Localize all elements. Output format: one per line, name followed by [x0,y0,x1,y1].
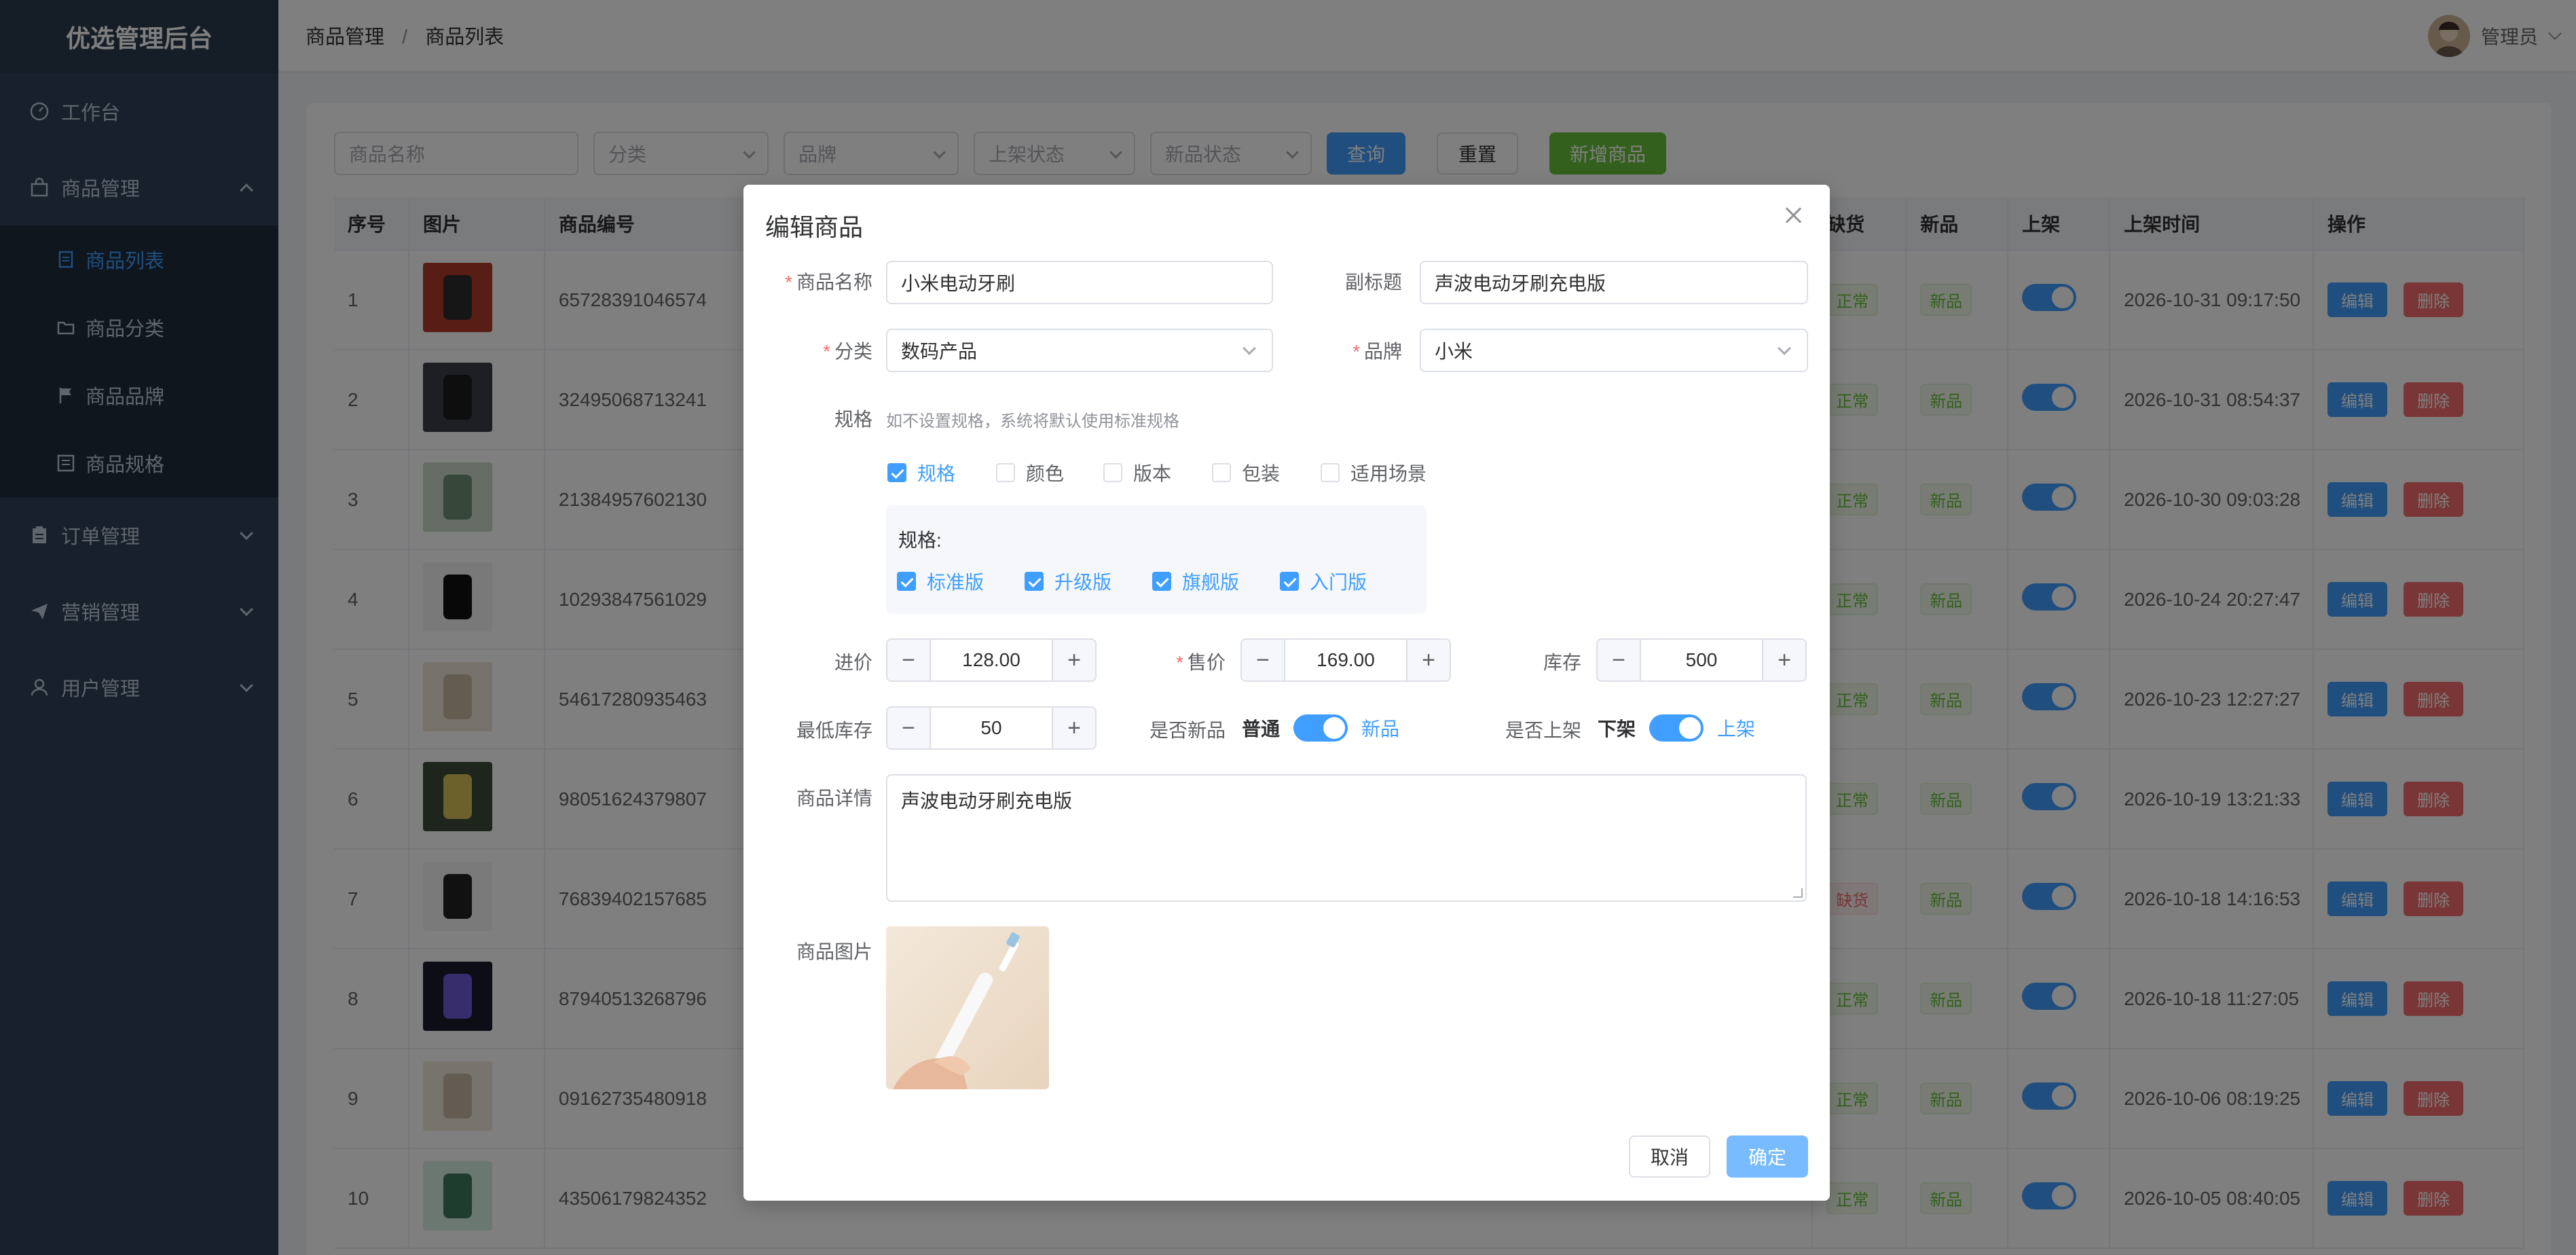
price-label: * 售价 [1176,652,1226,673]
decrement-button[interactable]: − [887,640,931,680]
switch-off-label: 普通 [1242,719,1281,740]
goods-image[interactable] [886,926,1049,1089]
checkbox-checked-icon [1025,572,1044,591]
stock-stepper: − 500 + [1596,638,1807,682]
chevron-down-icon [1778,342,1791,355]
price-stepper: − 169.00 + [1240,638,1451,682]
price-value[interactable]: 169.00 [1285,640,1406,680]
decrement-button[interactable]: − [1598,640,1641,680]
increment-button[interactable]: + [1052,708,1095,748]
switch-on-label: 上架 [1717,719,1756,740]
checkbox-icon [1212,463,1231,482]
switch-track[interactable] [1293,714,1348,742]
cancel-button[interactable]: 取消 [1629,1135,1710,1178]
version-type-checkbox[interactable]: 版本 [1103,459,1171,486]
min-stock-label: 最低库存 [796,720,872,741]
chevron-down-icon [1243,342,1256,355]
decrement-button[interactable]: − [887,708,931,748]
category-select[interactable]: 数码产品 [886,329,1273,372]
stock-label: 库存 [1543,652,1581,673]
checkbox-checked-icon [897,572,916,591]
cost-label: 进价 [834,652,872,673]
package-type-checkbox[interactable]: 包装 [1212,459,1280,486]
brand-select[interactable]: 小米 [1420,329,1808,372]
resize-handle-icon[interactable] [1793,888,1803,898]
goods-name-label: * 商品名称 [785,272,872,293]
switch-track[interactable] [1649,714,1704,742]
spec-hint: 如不设置规格，系统将默认使用标准规格 [886,412,1179,431]
spec-value-entry[interactable]: 入门版 [1280,568,1367,595]
stock-value[interactable]: 500 [1641,640,1762,680]
spec-value-upgrade[interactable]: 升级版 [1025,568,1111,595]
scene-type-checkbox[interactable]: 适用场景 [1321,459,1427,486]
increment-button[interactable]: + [1406,640,1450,680]
dialog-title: 编辑商品 [765,213,864,241]
edit-goods-dialog: 编辑商品 * 商品名称 小米电动牙刷 副标题 声波电动牙刷充电版 * 分类 数码产品… [743,185,1830,1201]
detail-textarea[interactable]: 声波电动牙刷充电版 [886,774,1807,902]
spec-label: 规格 [834,409,872,430]
decrement-button[interactable]: − [1242,640,1285,680]
checkbox-checked-icon [887,463,906,482]
checkbox-icon [1103,463,1122,482]
min-stock-stepper: − 50 + [886,706,1097,750]
goods-name-field[interactable]: 小米电动牙刷 [886,261,1273,304]
detail-label: 商品详情 [796,788,872,809]
cost-stepper: − 128.00 + [886,638,1097,682]
selected-value: 数码产品 [901,341,978,362]
checkbox-checked-icon [1280,572,1299,591]
selected-value: 小米 [1435,341,1473,362]
spec-panel-title: 规格: [898,530,942,551]
brand-label: * 品牌 [1353,341,1402,362]
cost-value[interactable]: 128.00 [931,640,1052,680]
switch-on-label: 新品 [1361,719,1400,740]
subtitle-field[interactable]: 声波电动牙刷充电版 [1420,261,1808,304]
category-label: * 分类 [823,341,872,362]
increment-button[interactable]: + [1052,640,1095,680]
color-type-checkbox[interactable]: 颜色 [996,459,1064,486]
confirm-button[interactable]: 确定 [1727,1135,1808,1178]
detail-text: 声波电动牙刷充电版 [901,790,1073,812]
spec-type-checkbox[interactable]: 规格 [887,459,955,486]
on-shelf-label: 是否上架 [1505,720,1581,741]
checkbox-icon [1321,463,1340,482]
is-new-label: 是否新品 [1149,720,1226,741]
close-icon[interactable] [1784,205,1804,225]
checkbox-checked-icon [1152,572,1171,591]
is-new-switch[interactable]: 普通 新品 [1242,714,1399,742]
subtitle-label: 副标题 [1344,272,1402,293]
switch-off-label: 下架 [1598,719,1636,740]
checkbox-icon [996,463,1015,482]
increment-button[interactable]: + [1762,640,1805,680]
spec-value-standard[interactable]: 标准版 [897,568,984,595]
on-shelf-switch[interactable]: 下架 上架 [1598,714,1755,742]
min-stock-value[interactable]: 50 [931,708,1052,748]
spec-values-panel: 规格: 标准版 升级版 旗舰版 入门版 [886,505,1427,614]
image-label: 商品图片 [796,941,872,962]
spec-value-flagship[interactable]: 旗舰版 [1152,568,1239,595]
